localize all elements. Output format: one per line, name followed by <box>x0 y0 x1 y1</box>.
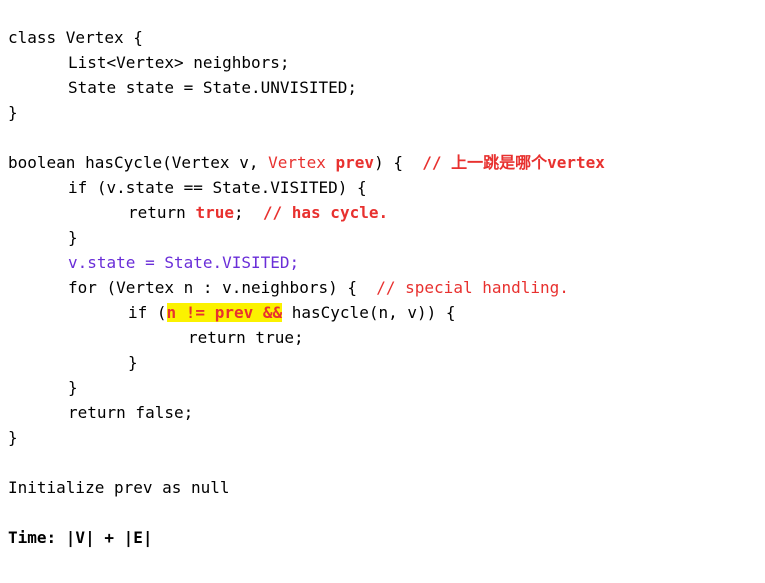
code-text: for (Vertex n : v.neighbors) { <box>68 278 377 297</box>
code-line-method-signature: boolean hasCycle(Vertex v, Vertex prev) … <box>8 150 605 175</box>
code-line-close-for: } <box>68 375 78 400</box>
code-text: boolean hasCycle(Vertex v, <box>8 153 269 172</box>
code-line-state: State state = State.UNVISITED; <box>68 75 357 100</box>
comment: // 上一跳是哪个vertex <box>422 153 605 172</box>
code-text: if ( <box>128 303 167 322</box>
code-text: if (v.state == State.VISITED) { <box>68 178 367 197</box>
code-text: } <box>128 353 138 372</box>
comment: // special handling. <box>376 278 569 297</box>
code-text: List<Vertex> neighbors; <box>68 53 290 72</box>
code-text: return false; <box>68 403 194 422</box>
code-line-if-visited: if (v.state == State.VISITED) { <box>68 175 367 200</box>
code-line-for-loop: for (Vertex n : v.neighbors) { // specia… <box>68 275 569 300</box>
param-type: Vertex <box>268 153 336 172</box>
code-text: v.state = State.VISITED; <box>68 253 300 272</box>
code-line-neighbors: List<Vertex> neighbors; <box>68 50 290 75</box>
code-line-close-method: } <box>8 425 18 450</box>
code-line-close-inner-if: } <box>128 350 138 375</box>
note-time-complexity: Time: |V| + |E| <box>8 525 153 550</box>
highlighted-condition: n != prev && <box>166 303 283 322</box>
code-text: State state = State.UNVISITED; <box>68 78 357 97</box>
code-text: ) { <box>374 153 423 172</box>
code-document: class Vertex { List<Vertex> neighbors; S… <box>0 0 765 583</box>
code-line-if-recursive: if (n != prev && hasCycle(n, v)) { <box>128 300 456 325</box>
code-text: } <box>8 428 18 447</box>
note-text: Initialize prev as null <box>8 478 230 497</box>
code-text: return <box>128 203 196 222</box>
note-initialize: Initialize prev as null <box>8 475 230 500</box>
code-text: } <box>68 228 78 247</box>
code-text: class Vertex { <box>8 28 143 47</box>
keyword-true: true <box>195 203 234 222</box>
code-text: } <box>8 103 18 122</box>
code-text: hasCycle(n, v)) { <box>282 303 456 322</box>
note-text: Time: |V| + |E| <box>8 528 153 547</box>
param-name: prev <box>335 153 375 172</box>
code-line-close-class: } <box>8 100 18 125</box>
code-line-set-visited: v.state = State.VISITED; <box>68 250 299 275</box>
code-line-class-decl: class Vertex { <box>8 25 143 50</box>
comment: // has cycle. <box>262 203 389 222</box>
code-line-return-true: return true; // has cycle. <box>128 200 388 225</box>
code-text: ; <box>233 203 263 222</box>
code-line-return-false: return false; <box>68 400 193 425</box>
code-line-close-if: } <box>68 225 78 250</box>
code-text: } <box>68 378 78 397</box>
code-line-return-true-inner: return true; <box>188 325 304 350</box>
code-text: return true; <box>188 328 304 347</box>
